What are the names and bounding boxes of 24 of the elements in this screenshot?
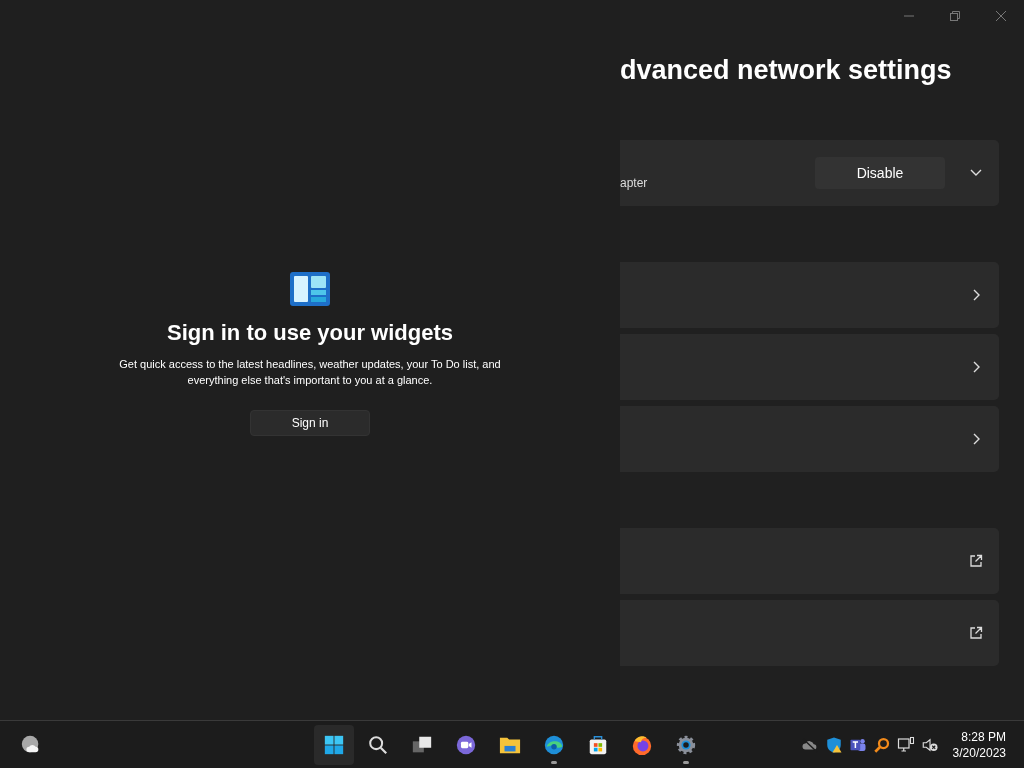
widgets-icon: [290, 272, 330, 306]
widgets-title: Sign in to use your widgets: [167, 320, 453, 346]
widgets-description: Get quick access to the latest headlines, weather updates, your To Do list, and everything else that's important to you at a glance.: [118, 357, 502, 388]
external-link-icon: [969, 626, 983, 640]
disable-button[interactable]: Disable: [815, 157, 945, 189]
page-heading: dvanced network settings: [620, 55, 953, 87]
external-link-icon: [969, 554, 983, 568]
adapter-label: apter: [620, 176, 648, 190]
sign-in-button[interactable]: Sign in: [250, 410, 370, 436]
video-chat-icon: [455, 733, 477, 756]
clock-date[interactable]: 3/20/2023: [952, 744, 1006, 761]
restore-icon: [950, 11, 960, 21]
taskbar-app[interactable]: [314, 724, 354, 765]
magnifier-icon: [872, 735, 891, 754]
clock-time[interactable]: 8:28 PM: [961, 728, 1006, 745]
fox-globe-icon: [631, 733, 653, 756]
browser-wave-icon: [543, 733, 565, 756]
windows-logo-icon: [323, 733, 345, 756]
settings-icon: [675, 733, 697, 756]
shield-warning-icon: [824, 735, 843, 754]
store-bag-icon: [587, 733, 609, 756]
close-icon: [996, 11, 1006, 21]
network-icon: [896, 735, 915, 754]
search-icon: [367, 733, 389, 756]
